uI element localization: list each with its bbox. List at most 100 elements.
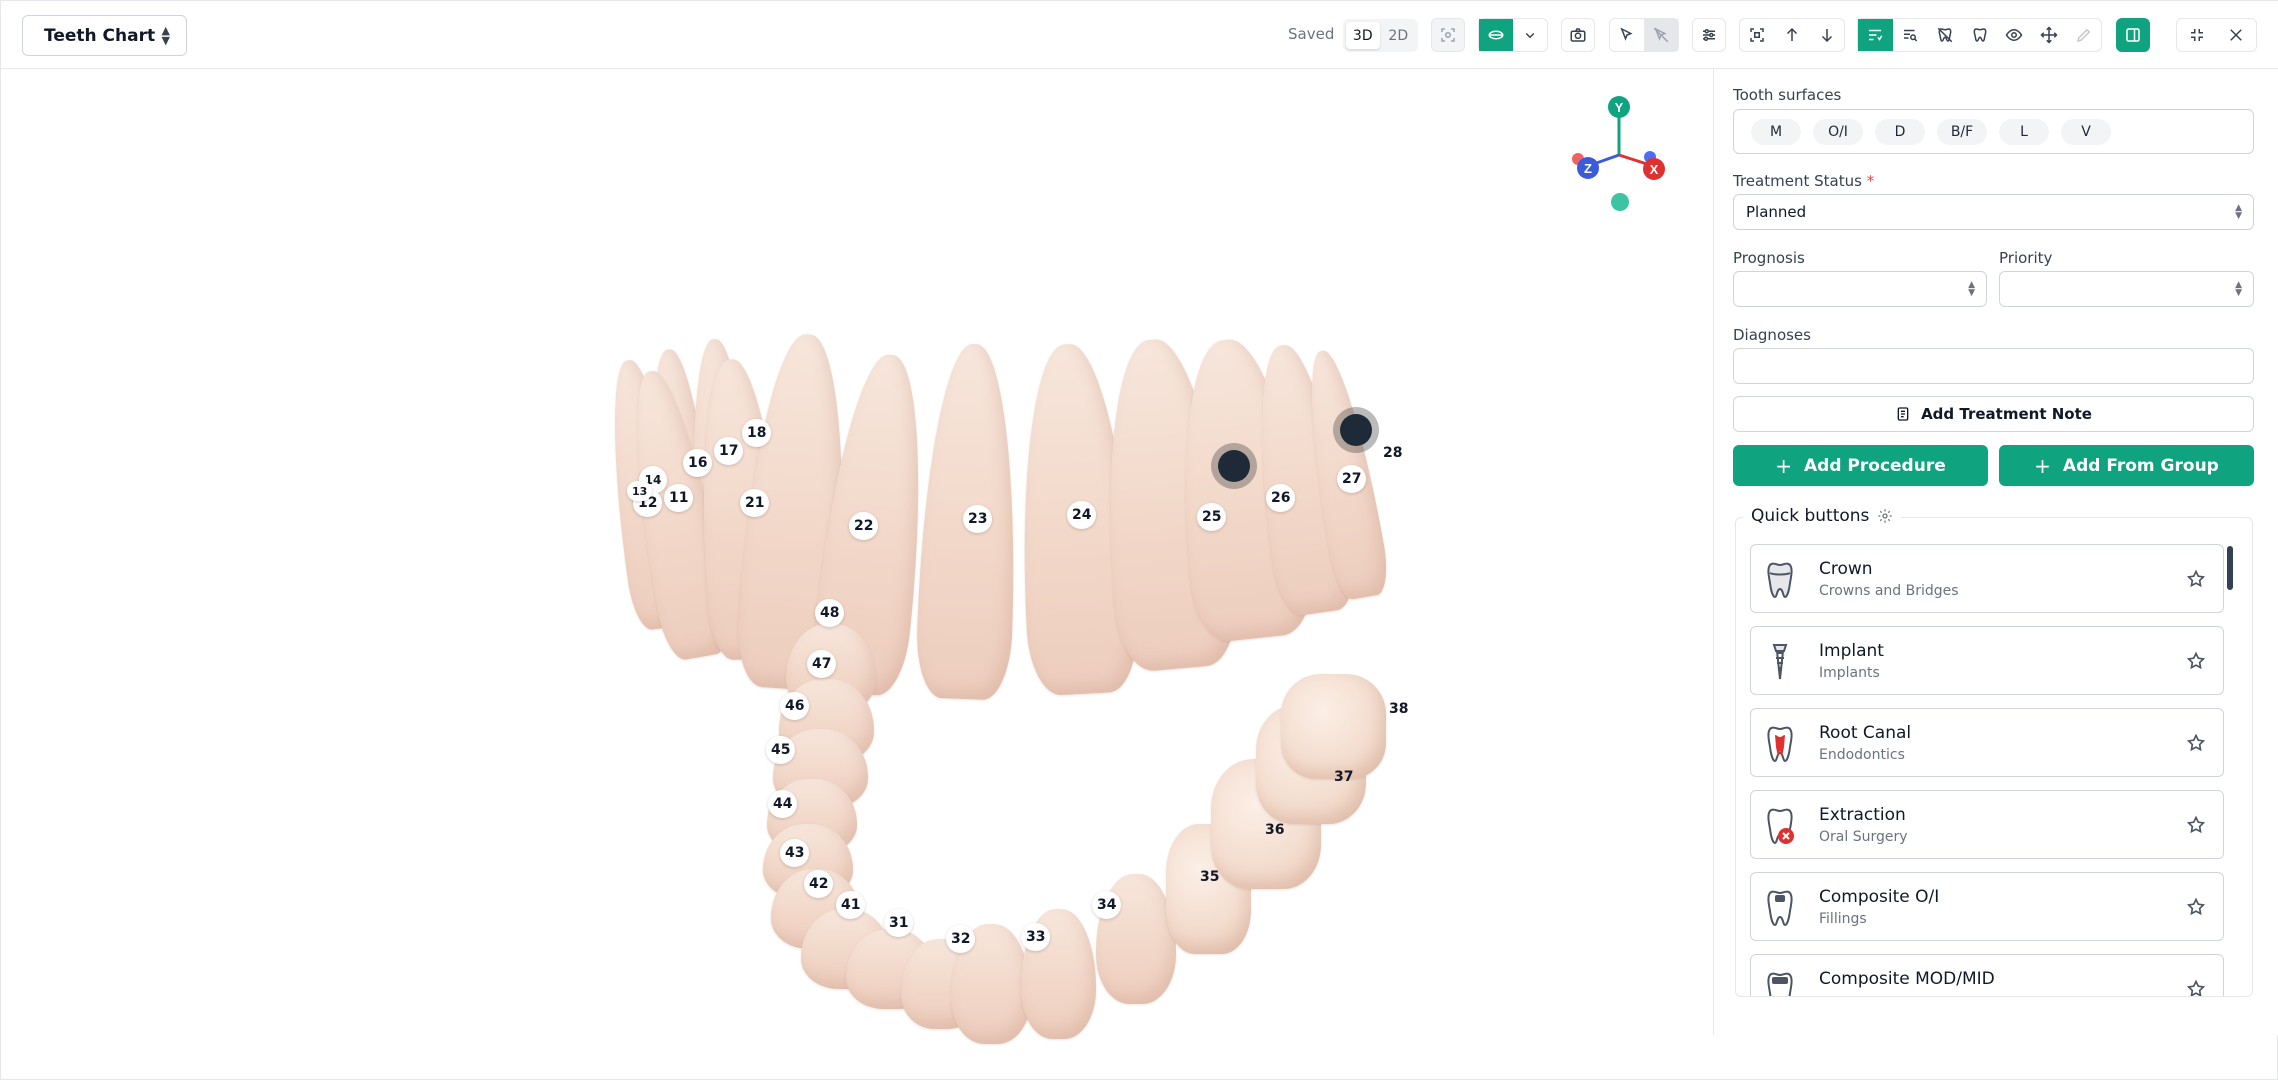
tooth-chart-button[interactable] [1962,19,1997,51]
prognosis-label: Prognosis [1733,249,1805,267]
move-down-button[interactable] [1809,19,1844,51]
move-icon [2040,26,2058,44]
view-3d-button[interactable]: 3D [1346,22,1380,49]
selection-group [1609,18,1679,52]
arrow-up-icon [1786,27,1798,41]
quick-button-extraction[interactable]: Extraction Oral Surgery [1750,790,2224,859]
gear-icon[interactable] [1877,508,1893,524]
priority-select[interactable]: ▲ ▼ [1999,271,2254,307]
star-icon[interactable] [2186,651,2206,671]
draw-button[interactable] [2066,19,2101,51]
prognosis-select[interactable]: ▲ ▼ [1733,271,1987,307]
minimize-button[interactable] [2177,19,2217,51]
surface-d-button[interactable]: D [1875,118,1925,145]
pencil-icon [2076,28,2090,43]
focus-button[interactable] [1431,18,1465,52]
tooth-38[interactable] [1281,674,1386,779]
quick-button-composite-oi[interactable]: Composite O/I Fillings [1750,872,2224,941]
visibility-dropdown[interactable] [1513,19,1547,51]
tooth-off-icon [1937,27,1953,43]
diagnoses-input[interactable] [1733,348,2254,384]
display-group [1857,18,2102,52]
add-treatment-note-label: Add Treatment Note [1921,405,2092,423]
add-from-group-label: Add From Group [2062,455,2219,476]
treatment-marker[interactable] [1333,407,1379,453]
deselect-button[interactable] [1644,19,1678,51]
treatment-status-select[interactable]: Planned ▲ ▼ [1733,194,2254,230]
add-treatment-note-button[interactable]: Add Treatment Note [1733,396,2254,432]
eye-icon [2005,28,2023,42]
star-icon[interactable] [2186,979,2206,997]
fit-view-icon [1750,28,1765,42]
quick-button-category: Oral Surgery [1819,829,1908,845]
show-button[interactable] [1997,19,2032,51]
select-icon [1620,27,1633,41]
quick-button-root-canal[interactable]: Root Canal Endodontics [1750,708,2224,777]
tooth-label[interactable]: 13 [627,481,653,501]
diagnoses-label: Diagnoses [1733,326,1811,344]
minimize-icon [2190,29,2203,41]
search-list-button[interactable] [1893,19,1928,51]
star-icon[interactable] [2186,569,2206,589]
extraction-icon [1767,808,1794,845]
close-button[interactable] [2217,19,2257,51]
surface-oi-button[interactable]: O/I [1813,118,1863,145]
chevron-updown-icon: ▲ ▼ [2235,203,2242,221]
plus-icon: + [1775,453,1793,478]
move-up-button[interactable] [1775,19,1810,51]
tooth-surfaces-group: M O/I D B/F L V [1733,109,2254,154]
fit-view-button[interactable] [1740,19,1775,51]
arrow-down-icon [1821,29,1832,43]
quick-button-name: Implant [1819,641,1884,661]
chart-title-select[interactable]: Teeth Chart ▲ ▼ [22,15,187,56]
axis-x-label: X [1650,162,1659,177]
axis-gizmo[interactable]: Y Z X [1566,93,1676,193]
note-icon [1897,407,1909,421]
axis-z-label: Z [1584,161,1592,176]
quick-buttons-scrollbar[interactable] [2227,546,2233,590]
star-icon[interactable] [2186,815,2206,835]
quick-button-name: Composite MOD/MID [1819,969,1995,989]
quick-button-category: Crowns and Bridges [1819,583,1959,599]
tooth-label[interactable]: 38 [1384,695,1413,723]
chart-title: Teeth Chart [44,25,156,46]
quick-button-implant[interactable]: Implant Implants [1750,626,2224,695]
screenshot-button[interactable] [1561,18,1595,52]
pan-button[interactable] [2032,19,2067,51]
hide-teeth-button[interactable] [1927,19,1962,51]
tooth-label[interactable]: 28 [1378,439,1407,467]
add-from-group-button[interactable]: + Add From Group [1999,445,2254,486]
treatment-status-value: Planned [1746,203,1807,221]
axis-y-label: Y [1615,100,1624,115]
select-button[interactable] [1610,19,1644,51]
add-procedure-label: Add Procedure [1804,455,1946,476]
gizmo-reset-dot[interactable] [1611,193,1629,211]
quick-button-category: Implants [1819,665,1880,681]
list-filter-icon [1869,29,1883,41]
sliders-icon [1703,29,1715,41]
surface-v-button[interactable]: V [2061,118,2111,145]
quick-buttons-list[interactable]: Crown Crowns and Bridges Implant Implant… [1735,517,2253,997]
quick-button-category: Fillings [1819,911,1867,927]
surface-l-button[interactable]: L [1999,118,2049,145]
crown-tooth-icon [1767,562,1793,599]
teeth-3d-viewport[interactable]: Y Z X 18 17 16 14 11 12 13 21 22 23 24 2… [1,69,1713,1079]
star-icon[interactable] [2186,897,2206,917]
surface-m-button[interactable]: M [1751,118,1801,145]
treatment-marker[interactable] [1211,443,1257,489]
star-icon[interactable] [2186,733,2206,753]
visibility-button[interactable] [1479,19,1513,51]
settings-button[interactable] [1692,18,1726,52]
quick-button-crown[interactable]: Crown Crowns and Bridges [1750,544,2224,613]
quick-button-composite-mod[interactable]: Composite MOD/MID [1750,954,2224,997]
list-filter-button[interactable] [1858,19,1893,51]
required-mark: * [1866,172,1875,190]
panel-toggle-icon [2126,28,2140,42]
chevron-down-icon [1525,32,1535,39]
surface-bf-button[interactable]: B/F [1937,118,1987,145]
add-procedure-button[interactable]: + Add Procedure [1733,445,1988,486]
chevron-updown-icon: ▲ ▼ [161,24,170,47]
panel-toggle-button[interactable] [2116,18,2150,52]
view-2d-button[interactable]: 2D [1382,22,1416,49]
priority-label: Priority [1999,249,2053,267]
